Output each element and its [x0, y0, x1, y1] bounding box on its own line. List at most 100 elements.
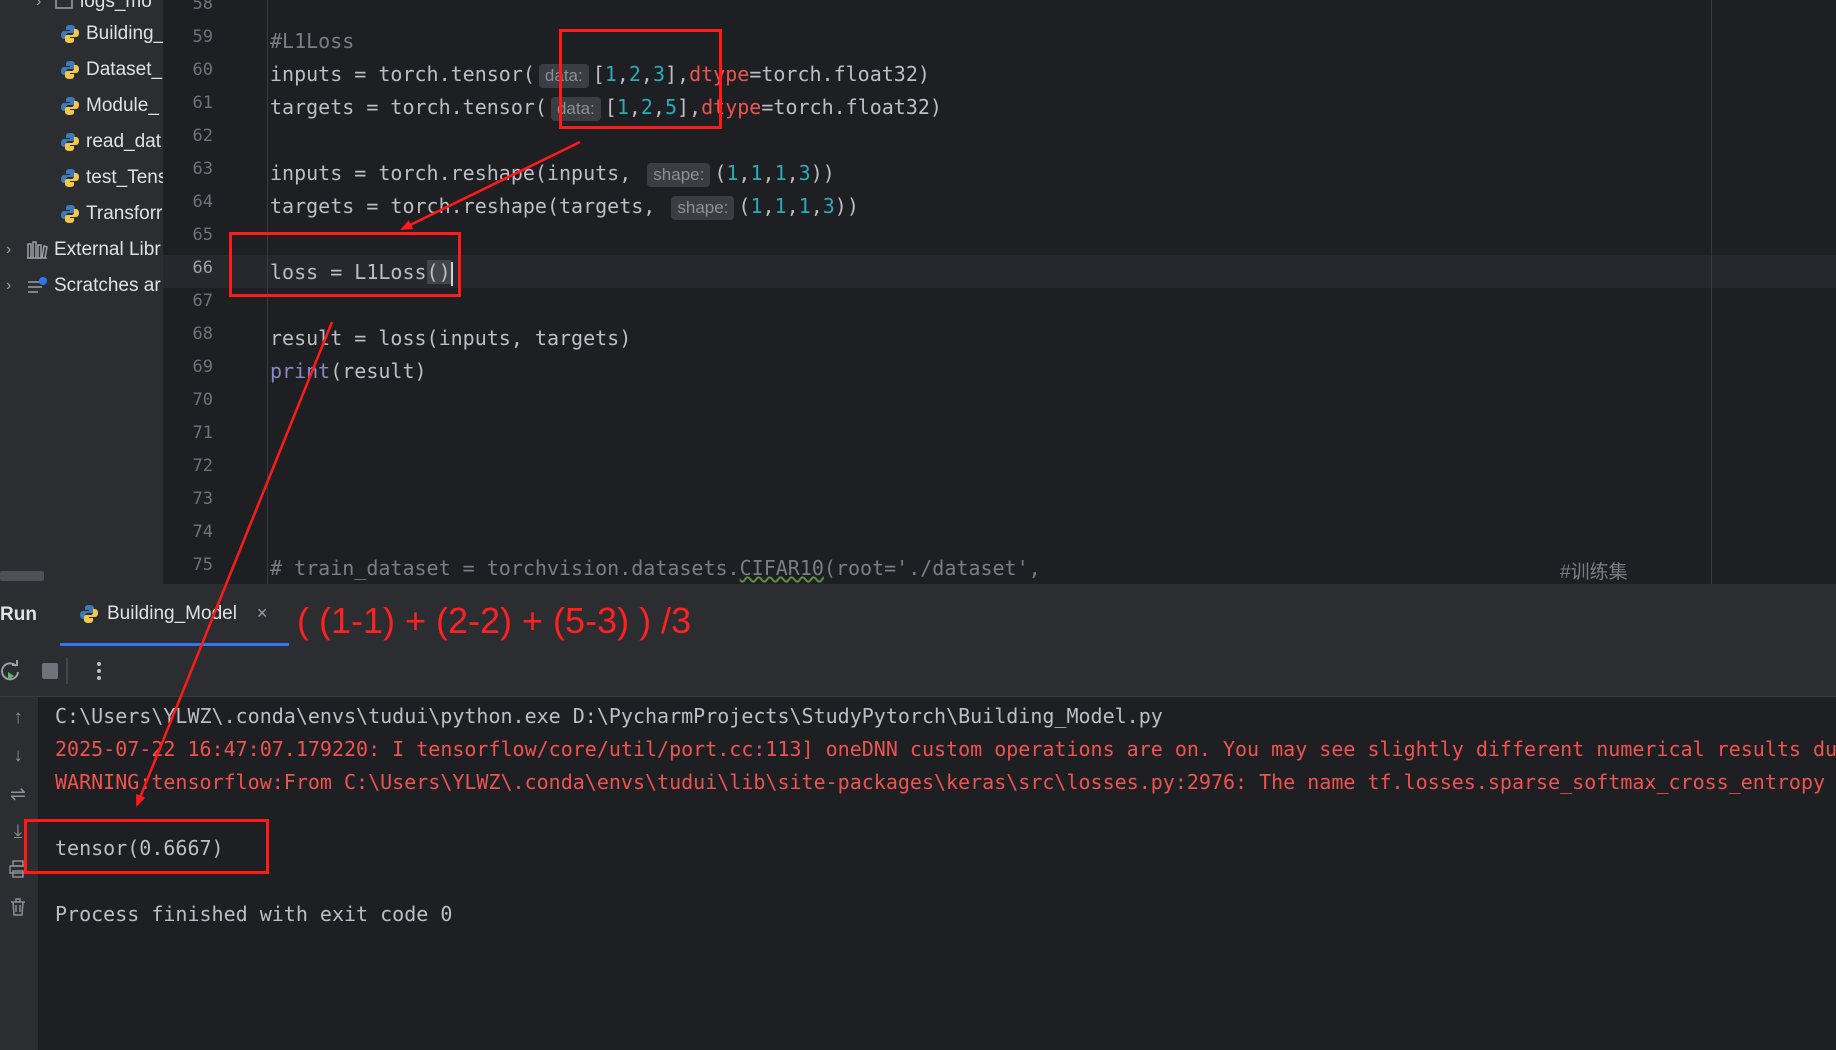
chevron-right-icon: ›	[6, 241, 12, 258]
tree-item-read-data[interactable]: read_dat	[60, 128, 161, 156]
rerun-icon	[1, 660, 19, 681]
python-file-icon	[61, 169, 79, 187]
number: 1	[750, 161, 763, 185]
tree-item-building-model[interactable]: Building_	[60, 20, 163, 48]
scroll-down-button[interactable]: ↓	[6, 745, 30, 769]
line-number: 75	[192, 555, 213, 575]
code-text: inputs = torch.reshape(inputs,	[270, 161, 632, 185]
tree-item-transforms[interactable]: Transforr	[60, 200, 162, 228]
more-options-button[interactable]	[87, 659, 111, 683]
tree-item-scratches[interactable]: › Scratches ar	[6, 272, 161, 300]
tree-item-label: Scratches ar	[54, 275, 161, 296]
number: 3	[822, 194, 835, 218]
chevron-right-icon: ›	[6, 277, 12, 294]
console-line-warning: WARNING:tensorflow:From C:\Users\YLWZ\.c…	[55, 770, 1836, 794]
line-number: 67	[192, 291, 213, 311]
tree-item-module[interactable]: Module_	[60, 92, 159, 120]
wrap-icon: ⇌	[10, 784, 26, 805]
tree-item-label: test_Tens	[86, 167, 163, 188]
line-number: 58	[192, 0, 213, 14]
line-number: 74	[192, 522, 213, 542]
annotation-box-result	[24, 819, 269, 874]
number: 1	[726, 161, 739, 185]
line-number: 69	[192, 357, 213, 377]
toolbar-divider	[66, 658, 68, 684]
comment: CIFAR10	[739, 556, 824, 580]
console-line-command: C:\Users\YLWZ\.conda\envs\tudui\python.e…	[55, 704, 1163, 728]
close-icon[interactable]: ×	[257, 603, 268, 624]
code-text: targets = torch.tensor(	[270, 95, 547, 119]
line-number: 60	[192, 60, 213, 80]
comment: #L1Loss	[270, 29, 355, 53]
scratches-icon	[28, 277, 47, 293]
annotation-box-data	[559, 29, 722, 129]
rerun-button[interactable]	[0, 659, 22, 683]
tree-item-external-libraries[interactable]: › External Libr	[6, 236, 161, 264]
arrow-down-icon: ↓	[13, 745, 23, 766]
run-panel: Run Building_Model × ↑ ↓ ⇌ ⤓ C:\Users\YL…	[0, 584, 1836, 1050]
code-text: =torch.float32)	[761, 95, 942, 119]
console-line-info: 2025-07-22 16:47:07.179220: I tensorflow…	[55, 737, 1836, 761]
code-line-59[interactable]: #L1Loss	[270, 26, 354, 56]
line-number: 68	[192, 324, 213, 344]
line-number: 63	[192, 159, 213, 179]
code-line-69[interactable]: print(result)	[270, 356, 427, 386]
chinese-comment: #训练集	[1560, 562, 1628, 583]
stop-icon	[42, 663, 58, 679]
number: 1	[774, 194, 787, 218]
tree-item-dataset[interactable]: Dataset_	[60, 56, 162, 84]
line-number: 59	[192, 27, 213, 47]
tree-item-label: Module_	[86, 95, 159, 116]
param-hint: shape:	[671, 196, 735, 220]
number: 1	[774, 161, 787, 185]
soft-wrap-button[interactable]: ⇌	[6, 783, 30, 807]
clear-button[interactable]	[6, 897, 30, 921]
code-line-64[interactable]: targets = torch.reshape(targets, shape:(…	[270, 191, 859, 221]
stop-button[interactable]	[38, 659, 62, 683]
right-margin-guide	[1711, 0, 1712, 584]
tree-item-label: External Libr	[54, 239, 161, 260]
annotation-formula: ( (1-1) + (2-2) + (5-3) ) /3	[297, 600, 692, 641]
number: 3	[798, 161, 811, 185]
code-text: inputs = torch.tensor(	[270, 62, 535, 86]
code-line-68[interactable]: result = loss(inputs, targets)	[270, 323, 631, 353]
tree-item-test-tensorboard[interactable]: test_Tens	[60, 164, 163, 192]
code-line-75[interactable]: # train_dataset = torchvision.datasets.C…	[270, 553, 1041, 583]
run-panel-title: Run	[0, 604, 37, 625]
console-line-exit: Process finished with exit code 0	[55, 902, 453, 926]
trash-icon	[11, 898, 25, 916]
python-file-icon	[61, 61, 79, 79]
tree-item-label: Transforr	[86, 203, 163, 224]
code-text: (result)	[330, 359, 427, 383]
scroll-up-button[interactable]: ↑	[6, 707, 30, 731]
tab-building-model[interactable]: Building_Model ×	[60, 584, 289, 646]
builtin-function: print	[270, 359, 331, 383]
code-text: =torch.float32)	[749, 62, 930, 86]
arrow-up-icon: ↑	[13, 707, 23, 728]
line-number: 61	[192, 93, 213, 113]
tree-scrollbar[interactable]	[0, 571, 44, 581]
line-number: 66	[192, 258, 213, 278]
number: 1	[798, 194, 811, 218]
comment: (root='./dataset',	[823, 556, 1041, 580]
python-file-icon	[61, 25, 79, 43]
comment: # train_dataset = torchvision.datasets.	[270, 556, 740, 580]
tree-item-label: Building_	[86, 23, 163, 44]
library-icon	[27, 241, 48, 259]
python-file-icon	[61, 97, 79, 115]
run-header: Run Building_Model ×	[0, 584, 1836, 647]
tree-item-label: Dataset_	[86, 59, 163, 80]
tree-item-logs-folder[interactable]: › logs_mo	[36, 0, 152, 16]
line-number: 62	[192, 126, 213, 146]
line-number: 70	[192, 390, 213, 410]
line-number: 65	[192, 225, 213, 245]
project-tree: › logs_mo Building_ Dataset_ Module_ rea…	[0, 0, 163, 584]
python-file-icon	[80, 604, 98, 623]
run-toolbar	[0, 646, 1836, 697]
param-hint: shape:	[647, 163, 711, 187]
more-vertical-icon	[97, 662, 101, 680]
line-number: 71	[192, 423, 213, 443]
code-line-63[interactable]: inputs = torch.reshape(inputs, shape: (1,…	[270, 158, 835, 188]
chevron-right-icon: ›	[36, 0, 42, 10]
line-number: 64	[192, 192, 213, 212]
